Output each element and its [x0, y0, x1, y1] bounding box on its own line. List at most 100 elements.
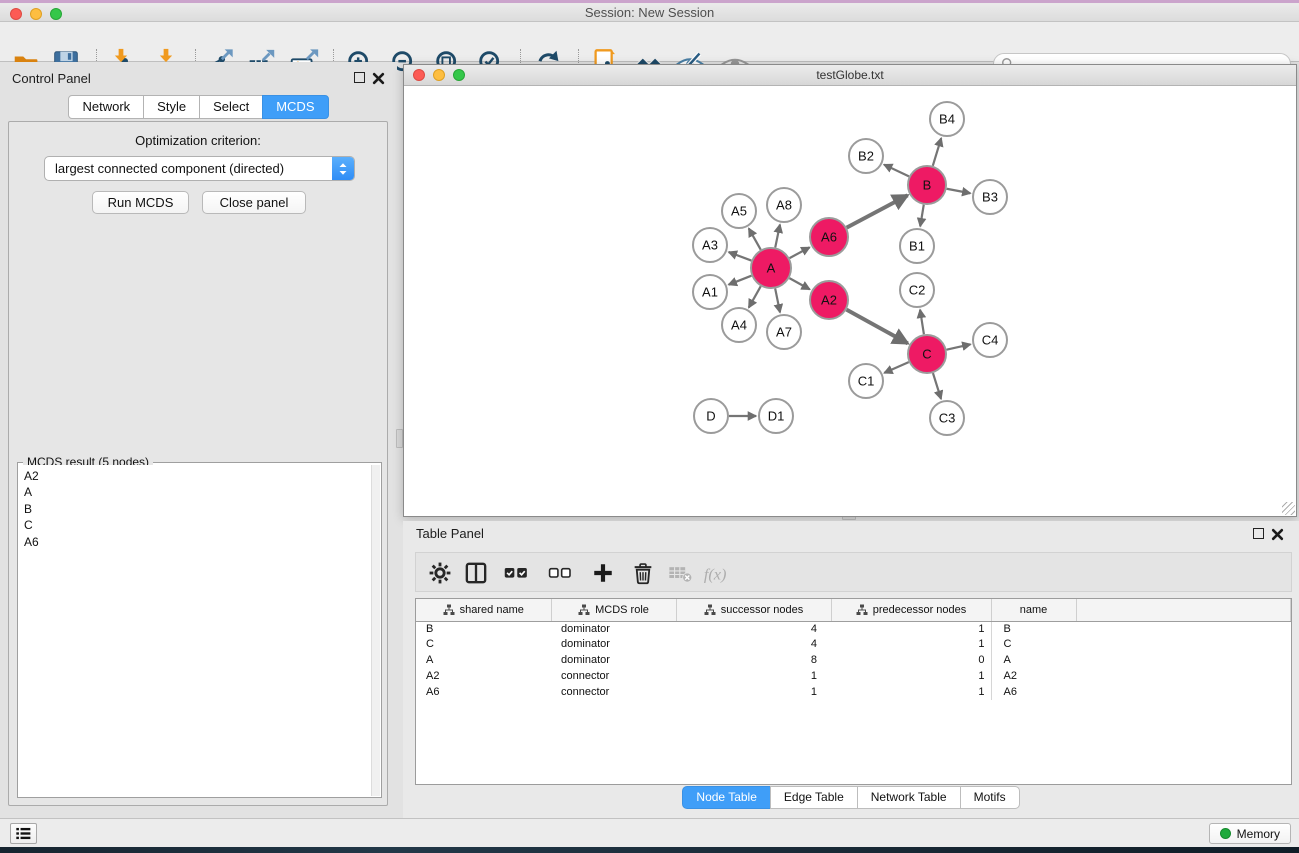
table-row[interactable]: Adominator80A	[416, 653, 1291, 669]
result-scrollbar[interactable]	[371, 465, 380, 796]
graph-node-C[interactable]: C	[908, 335, 946, 373]
edge-A6-B[interactable]	[847, 195, 908, 227]
edge-A-A2[interactable]	[789, 278, 809, 289]
edge-A-A5[interactable]	[749, 228, 761, 249]
close-panel-button[interactable]: Close panel	[202, 191, 306, 214]
column-header-predecessor-nodes[interactable]: predecessor nodes	[831, 599, 991, 621]
svg-text:C: C	[922, 347, 931, 362]
minimize-traffic-light[interactable]	[30, 8, 42, 20]
graph-node-B2[interactable]: B2	[849, 139, 883, 173]
table-row[interactable]: A2connector11A2	[416, 669, 1291, 685]
function-builder-icon-disabled: f(x)	[701, 556, 735, 590]
graph-node-A7[interactable]: A7	[767, 315, 801, 349]
graph-node-B1[interactable]: B1	[900, 229, 934, 263]
column-header-successor-nodes[interactable]: successor nodes	[676, 599, 831, 621]
edge-B-B3[interactable]	[947, 189, 971, 194]
zoom-traffic-light[interactable]	[50, 8, 62, 20]
close-panel-icon[interactable]	[372, 72, 385, 85]
column-type-icon	[443, 604, 455, 616]
columns-icon[interactable]	[459, 556, 493, 590]
window-controls[interactable]	[10, 8, 62, 20]
graph-node-A4[interactable]: A4	[722, 308, 756, 342]
optimization-select[interactable]: largest connected component (directed)	[44, 156, 355, 181]
graph-node-C3[interactable]: C3	[930, 401, 964, 435]
table-row[interactable]: A6connector11A6	[416, 685, 1291, 701]
close-table-panel-icon[interactable]	[1271, 528, 1284, 541]
tab-style[interactable]: Style	[143, 95, 200, 119]
graph-node-C2[interactable]: C2	[900, 273, 934, 307]
network-minimize-traffic-light[interactable]	[433, 69, 445, 81]
gear-icon[interactable]	[423, 556, 457, 590]
edge-A-A3[interactable]	[729, 252, 752, 261]
float-table-panel-icon[interactable]	[1253, 528, 1264, 539]
tab-network[interactable]: Network	[68, 95, 144, 119]
float-panel-icon[interactable]	[354, 72, 365, 83]
tab-motifs[interactable]: Motifs	[960, 786, 1020, 809]
network-canvas[interactable]: A A1 A2 A3 A4 A5 A6 A7 A8 B B1 B2 B3 B4 C C1 C2 C3 C4 D D1	[404, 86, 1296, 516]
select-stepper-icon	[332, 157, 354, 180]
graph-node-C4[interactable]: C4	[973, 323, 1007, 357]
edge-A-A7[interactable]	[775, 289, 780, 313]
graph-node-A6[interactable]: A6	[810, 218, 848, 256]
result-item[interactable]: A2	[24, 468, 371, 484]
show-panels-list-button[interactable]	[10, 823, 37, 844]
graph-node-D1[interactable]: D1	[759, 399, 793, 433]
edge-C-C3[interactable]	[933, 373, 941, 399]
tab-node-table[interactable]: Node Table	[682, 786, 771, 809]
memory-button[interactable]: Memory	[1209, 823, 1291, 844]
window-resize-grip[interactable]	[1282, 502, 1295, 515]
edge-B-B2[interactable]	[884, 165, 909, 177]
edge-B-B1[interactable]	[920, 205, 924, 227]
edge-C-C1[interactable]	[884, 362, 908, 373]
graph-node-B4[interactable]: B4	[930, 102, 964, 136]
edge-A-A8[interactable]	[775, 225, 780, 248]
table-row[interactable]: Cdominator41C	[416, 637, 1291, 653]
result-item[interactable]: A	[24, 484, 371, 500]
deselect-all-checkboxes-icon[interactable]	[543, 556, 577, 590]
run-mcds-button[interactable]: Run MCDS	[92, 191, 189, 214]
table-row[interactable]: Bdominator41B	[416, 621, 1291, 637]
graph-node-B[interactable]: B	[908, 166, 946, 204]
edge-A2-C[interactable]	[847, 310, 908, 344]
tab-select[interactable]: Select	[199, 95, 263, 119]
graph-node-A8[interactable]: A8	[767, 188, 801, 222]
mcds-result-list[interactable]: A2ABCA6	[19, 465, 371, 796]
graph-node-A[interactable]: A	[751, 248, 791, 288]
select-all-checkboxes-icon[interactable]	[499, 556, 533, 590]
network-close-traffic-light[interactable]	[413, 69, 425, 81]
edge-B-B4[interactable]	[933, 138, 941, 166]
network-window-titlebar[interactable]: testGlobe.txt	[404, 65, 1296, 86]
tab-mcds[interactable]: MCDS	[262, 95, 328, 119]
edge-A-A4[interactable]	[749, 286, 761, 307]
table-header-row[interactable]: shared nameMCDS rolesuccessor nodesprede…	[416, 599, 1291, 621]
edge-A-A6[interactable]	[790, 247, 810, 258]
network-zoom-traffic-light[interactable]	[453, 69, 465, 81]
edge-C-C4[interactable]	[947, 344, 971, 349]
edge-A-A1[interactable]	[729, 276, 752, 285]
result-item[interactable]: B	[24, 501, 371, 517]
graph-node-A5[interactable]: A5	[722, 194, 756, 228]
list-icon	[15, 826, 32, 841]
graph-node-A3[interactable]: A3	[693, 228, 727, 262]
column-header-shared-name[interactable]: shared name	[416, 599, 551, 621]
add-column-icon[interactable]	[586, 556, 620, 590]
graph-node-A1[interactable]: A1	[693, 275, 727, 309]
column-header-MCDS-role[interactable]: MCDS role	[551, 599, 676, 621]
graph-node-B3[interactable]: B3	[973, 180, 1007, 214]
graph-node-D[interactable]: D	[694, 399, 728, 433]
column-header-name[interactable]: name	[991, 599, 1076, 621]
svg-text:f(x): f(x)	[704, 564, 727, 583]
graph-node-A2[interactable]: A2	[810, 281, 848, 319]
graph-node-C1[interactable]: C1	[849, 364, 883, 398]
result-item[interactable]: C	[24, 517, 371, 533]
tab-network-table[interactable]: Network Table	[857, 786, 961, 809]
main-toolbar	[0, 22, 1299, 62]
close-traffic-light[interactable]	[10, 8, 22, 20]
result-item[interactable]: A6	[24, 534, 371, 550]
column-type-icon	[856, 604, 868, 616]
tab-edge-table[interactable]: Edge Table	[770, 786, 858, 809]
delete-column-icon[interactable]	[626, 556, 660, 590]
edge-C-C2[interactable]	[920, 310, 924, 334]
vertical-splitter-grip[interactable]	[396, 429, 403, 448]
network-graph[interactable]: A A1 A2 A3 A4 A5 A6 A7 A8 B B1 B2 B3 B4 C C1 C2 C3 C4 D D1	[404, 86, 1296, 516]
